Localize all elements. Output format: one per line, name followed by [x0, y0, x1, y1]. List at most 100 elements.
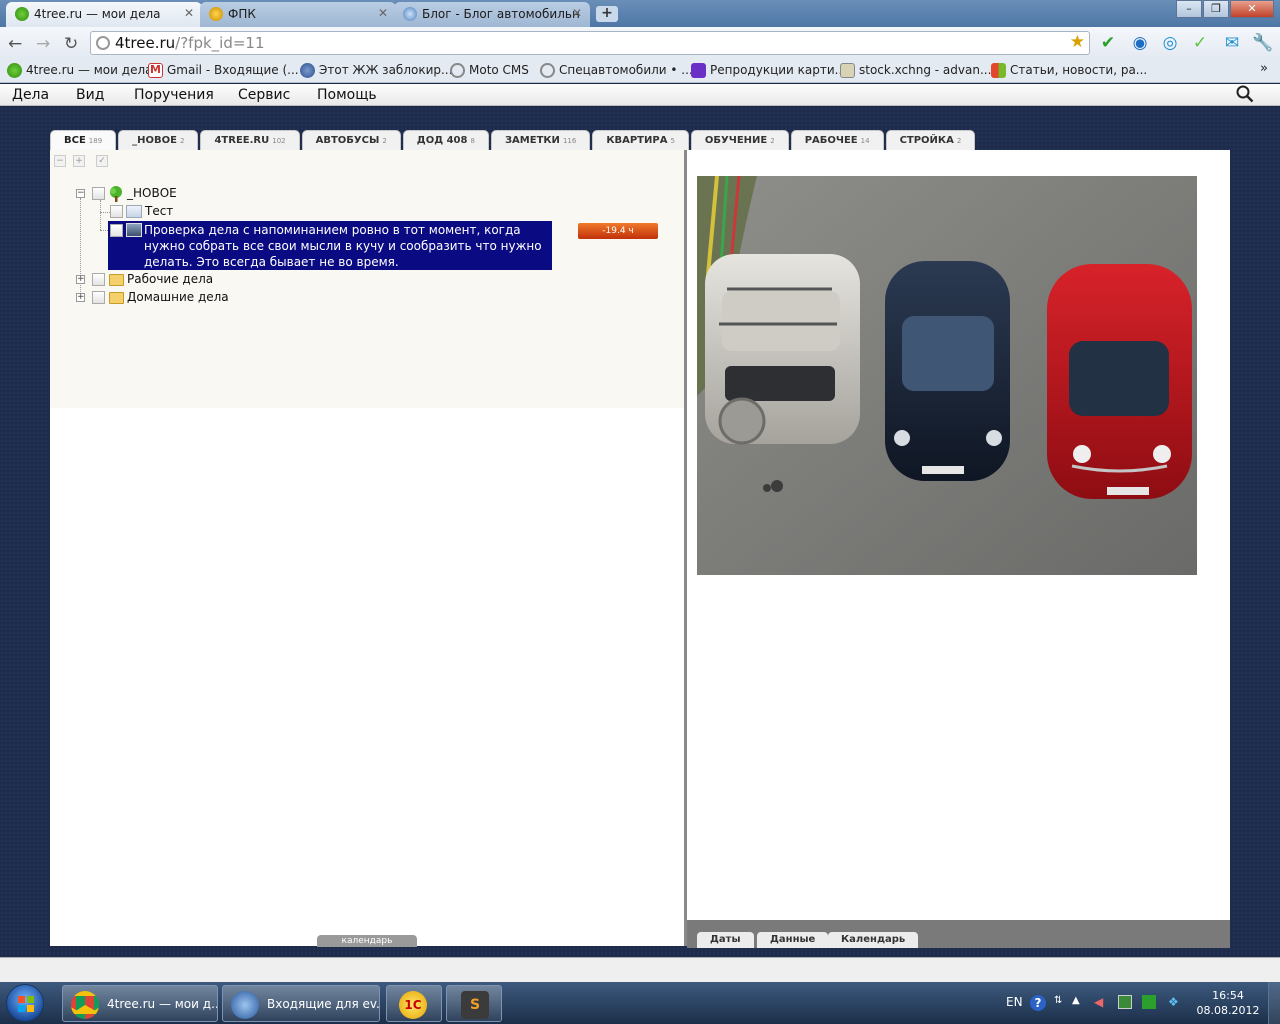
bookmark-item[interactable]: M Gmail - Входящие (...	[148, 63, 299, 78]
task-checkbox[interactable]	[92, 187, 105, 200]
project-tab[interactable]: КВАРТИРА 5	[592, 130, 689, 150]
bookmark-item[interactable]: Статьи, новости, ра...	[991, 63, 1147, 78]
taskbar-thunderbird[interactable]: Входящие для ev...	[222, 985, 380, 1022]
project-tab-count: 102	[272, 137, 286, 145]
maximize-button[interactable]: ❐	[1203, 0, 1229, 18]
deadline-badge[interactable]: -19.4 ч	[578, 223, 658, 239]
tree-node-label: Домашние дела	[127, 290, 229, 304]
task-checkbox[interactable]	[110, 205, 123, 218]
tree-icon	[15, 7, 29, 21]
project-tab-label: ОБУЧЕНИЕ	[704, 135, 768, 146]
app-menubar: Дела Вид Поручения Сервис Помощь	[0, 84, 1280, 106]
close-icon[interactable]: ✕	[184, 6, 194, 20]
volume-icon[interactable]: ◀	[1094, 995, 1103, 1009]
wrench-icon[interactable]: 🔧	[1252, 33, 1273, 53]
taskbar-1c[interactable]: 1С	[386, 985, 442, 1022]
task-checkbox[interactable]	[110, 224, 123, 237]
bookmark-star-icon[interactable]: ★	[1070, 32, 1085, 52]
expand-node-icon[interactable]: +	[76, 293, 85, 302]
back-arrow-icon[interactable]: ←	[8, 34, 22, 54]
tab-kalendar[interactable]: Календарь	[828, 932, 919, 948]
tab-daty[interactable]: Даты	[697, 932, 754, 948]
eye-extension-icon[interactable]: ◎	[1160, 33, 1180, 53]
forward-arrow-icon[interactable]: →	[36, 34, 50, 54]
project-tab[interactable]: _НОВОЕ 2	[118, 130, 199, 150]
collapse-all-icon[interactable]: −	[54, 155, 66, 167]
menu-item-pomosh[interactable]: Помощь	[317, 87, 377, 103]
reload-icon[interactable]: ↻	[64, 34, 78, 54]
bookmark-item[interactable]: Спецавтомобили • ...	[540, 63, 693, 78]
start-button[interactable]	[6, 984, 44, 1022]
task-checkbox[interactable]	[92, 273, 105, 286]
menu-item-servis[interactable]: Сервис	[238, 87, 290, 103]
checkmark-extension-icon[interactable]: ✔	[1098, 33, 1118, 53]
project-tab[interactable]: АВТОБУСЫ 2	[301, 130, 401, 150]
bookmark-item[interactable]: 4tree.ru — мои дела	[7, 63, 152, 78]
calendar-toggle-tab[interactable]: календарь	[317, 935, 417, 947]
project-tab[interactable]: РАБОЧЕЕ 14	[790, 130, 884, 150]
mail-extension-icon[interactable]: ✉	[1222, 33, 1242, 53]
gmail-icon: M	[148, 63, 163, 78]
project-tab[interactable]: ЗАМЕТКИ 116	[490, 130, 591, 150]
taskbar-sublime[interactable]: S	[446, 985, 502, 1022]
globe-extension-icon[interactable]: ◉	[1130, 33, 1150, 53]
project-tab-count: 8	[470, 137, 475, 145]
language-indicator[interactable]: EN	[1006, 995, 1023, 1009]
close-icon[interactable]: ✕	[378, 6, 388, 20]
url-domain: 4tree.ru	[115, 34, 176, 52]
taskbar-chrome[interactable]: 4tree.ru — мои д...	[62, 985, 218, 1022]
tick-extension-icon[interactable]: ✓	[1190, 33, 1210, 53]
check-icon[interactable]: ✓	[96, 155, 108, 167]
project-tab[interactable]: ВСЕ 189	[50, 130, 117, 150]
new-tab-button[interactable]: +	[596, 6, 618, 22]
browser-toolbar: ← → ↻ 4tree.ru/?fpk_id=11 ★ ✔ ◉ ◎ ✓ ✉ 🔧	[0, 27, 1280, 59]
image-icon	[126, 223, 142, 237]
attached-photo	[697, 176, 1197, 575]
browser-tab-blog[interactable]: Блог - Блог автомобильн ✕	[394, 2, 590, 27]
expand-node-icon[interactable]: +	[76, 275, 85, 284]
browser-tab-4tree[interactable]: 4tree.ru — мои дела ✕	[6, 2, 202, 27]
menu-item-porucheniya[interactable]: Поручения	[134, 87, 214, 103]
show-hidden-icons-icon[interactable]: ▲	[1072, 995, 1080, 1006]
minimize-button[interactable]: –	[1176, 0, 1202, 18]
tree-node-test[interactable]: Тест	[108, 204, 308, 222]
bookmark-item[interactable]: Moto CMS	[450, 63, 529, 78]
bookmark-item[interactable]: Репродукции карти...	[691, 63, 846, 78]
tree-node-label: Рабочие дела	[127, 272, 214, 286]
flag-tray-icon[interactable]	[1142, 995, 1156, 1009]
taskbar-button-label: Входящие для ev...	[267, 997, 380, 1011]
project-tab[interactable]: СТРОЙКА 2	[885, 130, 976, 150]
tree-node-novoe[interactable]: − _НОВОЕ	[76, 186, 276, 204]
help-icon[interactable]: ?	[1030, 995, 1046, 1011]
bookmark-item[interactable]: stock.xchng - advan...	[840, 63, 991, 78]
project-tab[interactable]: ДОД 408 8	[402, 130, 489, 150]
menu-item-dela[interactable]: Дела	[12, 87, 49, 103]
bookmark-item[interactable]: Этот ЖЖ заблокир...	[300, 63, 452, 78]
bookmarks-overflow-button[interactable]: »	[1260, 61, 1268, 76]
close-window-button[interactable]: ✕	[1230, 0, 1274, 18]
search-icon[interactable]	[1236, 85, 1254, 103]
browser-tab-fpk[interactable]: ФПК ✕	[200, 2, 396, 27]
project-tab-count: 116	[562, 137, 577, 145]
tab-dannye[interactable]: Данные	[757, 932, 829, 948]
window-controls: – ❐ ✕	[1175, 0, 1274, 18]
url-path: /?fpk_id=11	[175, 34, 265, 52]
project-tab-label: АВТОБУСЫ	[315, 135, 380, 146]
system-clock[interactable]: 16:54 08.08.2012	[1196, 988, 1260, 1018]
expand-all-icon[interactable]: +	[73, 155, 85, 167]
show-desktop-button[interactable]	[1268, 982, 1280, 1024]
project-tab[interactable]: 4TREE.RU 102	[200, 130, 300, 150]
1c-tray-icon[interactable]	[1118, 995, 1132, 1009]
tree-node-work[interactable]: + Рабочие дела	[76, 272, 276, 290]
selected-task-row[interactable]: Проверка дела с напоминанием ровно в тот…	[108, 221, 552, 270]
dropbox-icon[interactable]: ❖	[1168, 995, 1179, 1009]
collapse-node-icon[interactable]: −	[76, 189, 85, 198]
address-bar[interactable]: 4tree.ru/?fpk_id=11 ★	[90, 31, 1090, 55]
project-tab-count: 14	[860, 137, 870, 145]
menu-item-vid[interactable]: Вид	[76, 87, 104, 103]
tree-node-home[interactable]: + Домашние дела	[76, 290, 276, 308]
task-checkbox[interactable]	[92, 291, 105, 304]
network-icon[interactable]: ⇅	[1054, 995, 1062, 1006]
project-tab[interactable]: ОБУЧЕНИЕ 2	[690, 130, 789, 150]
close-icon[interactable]: ✕	[572, 6, 582, 20]
